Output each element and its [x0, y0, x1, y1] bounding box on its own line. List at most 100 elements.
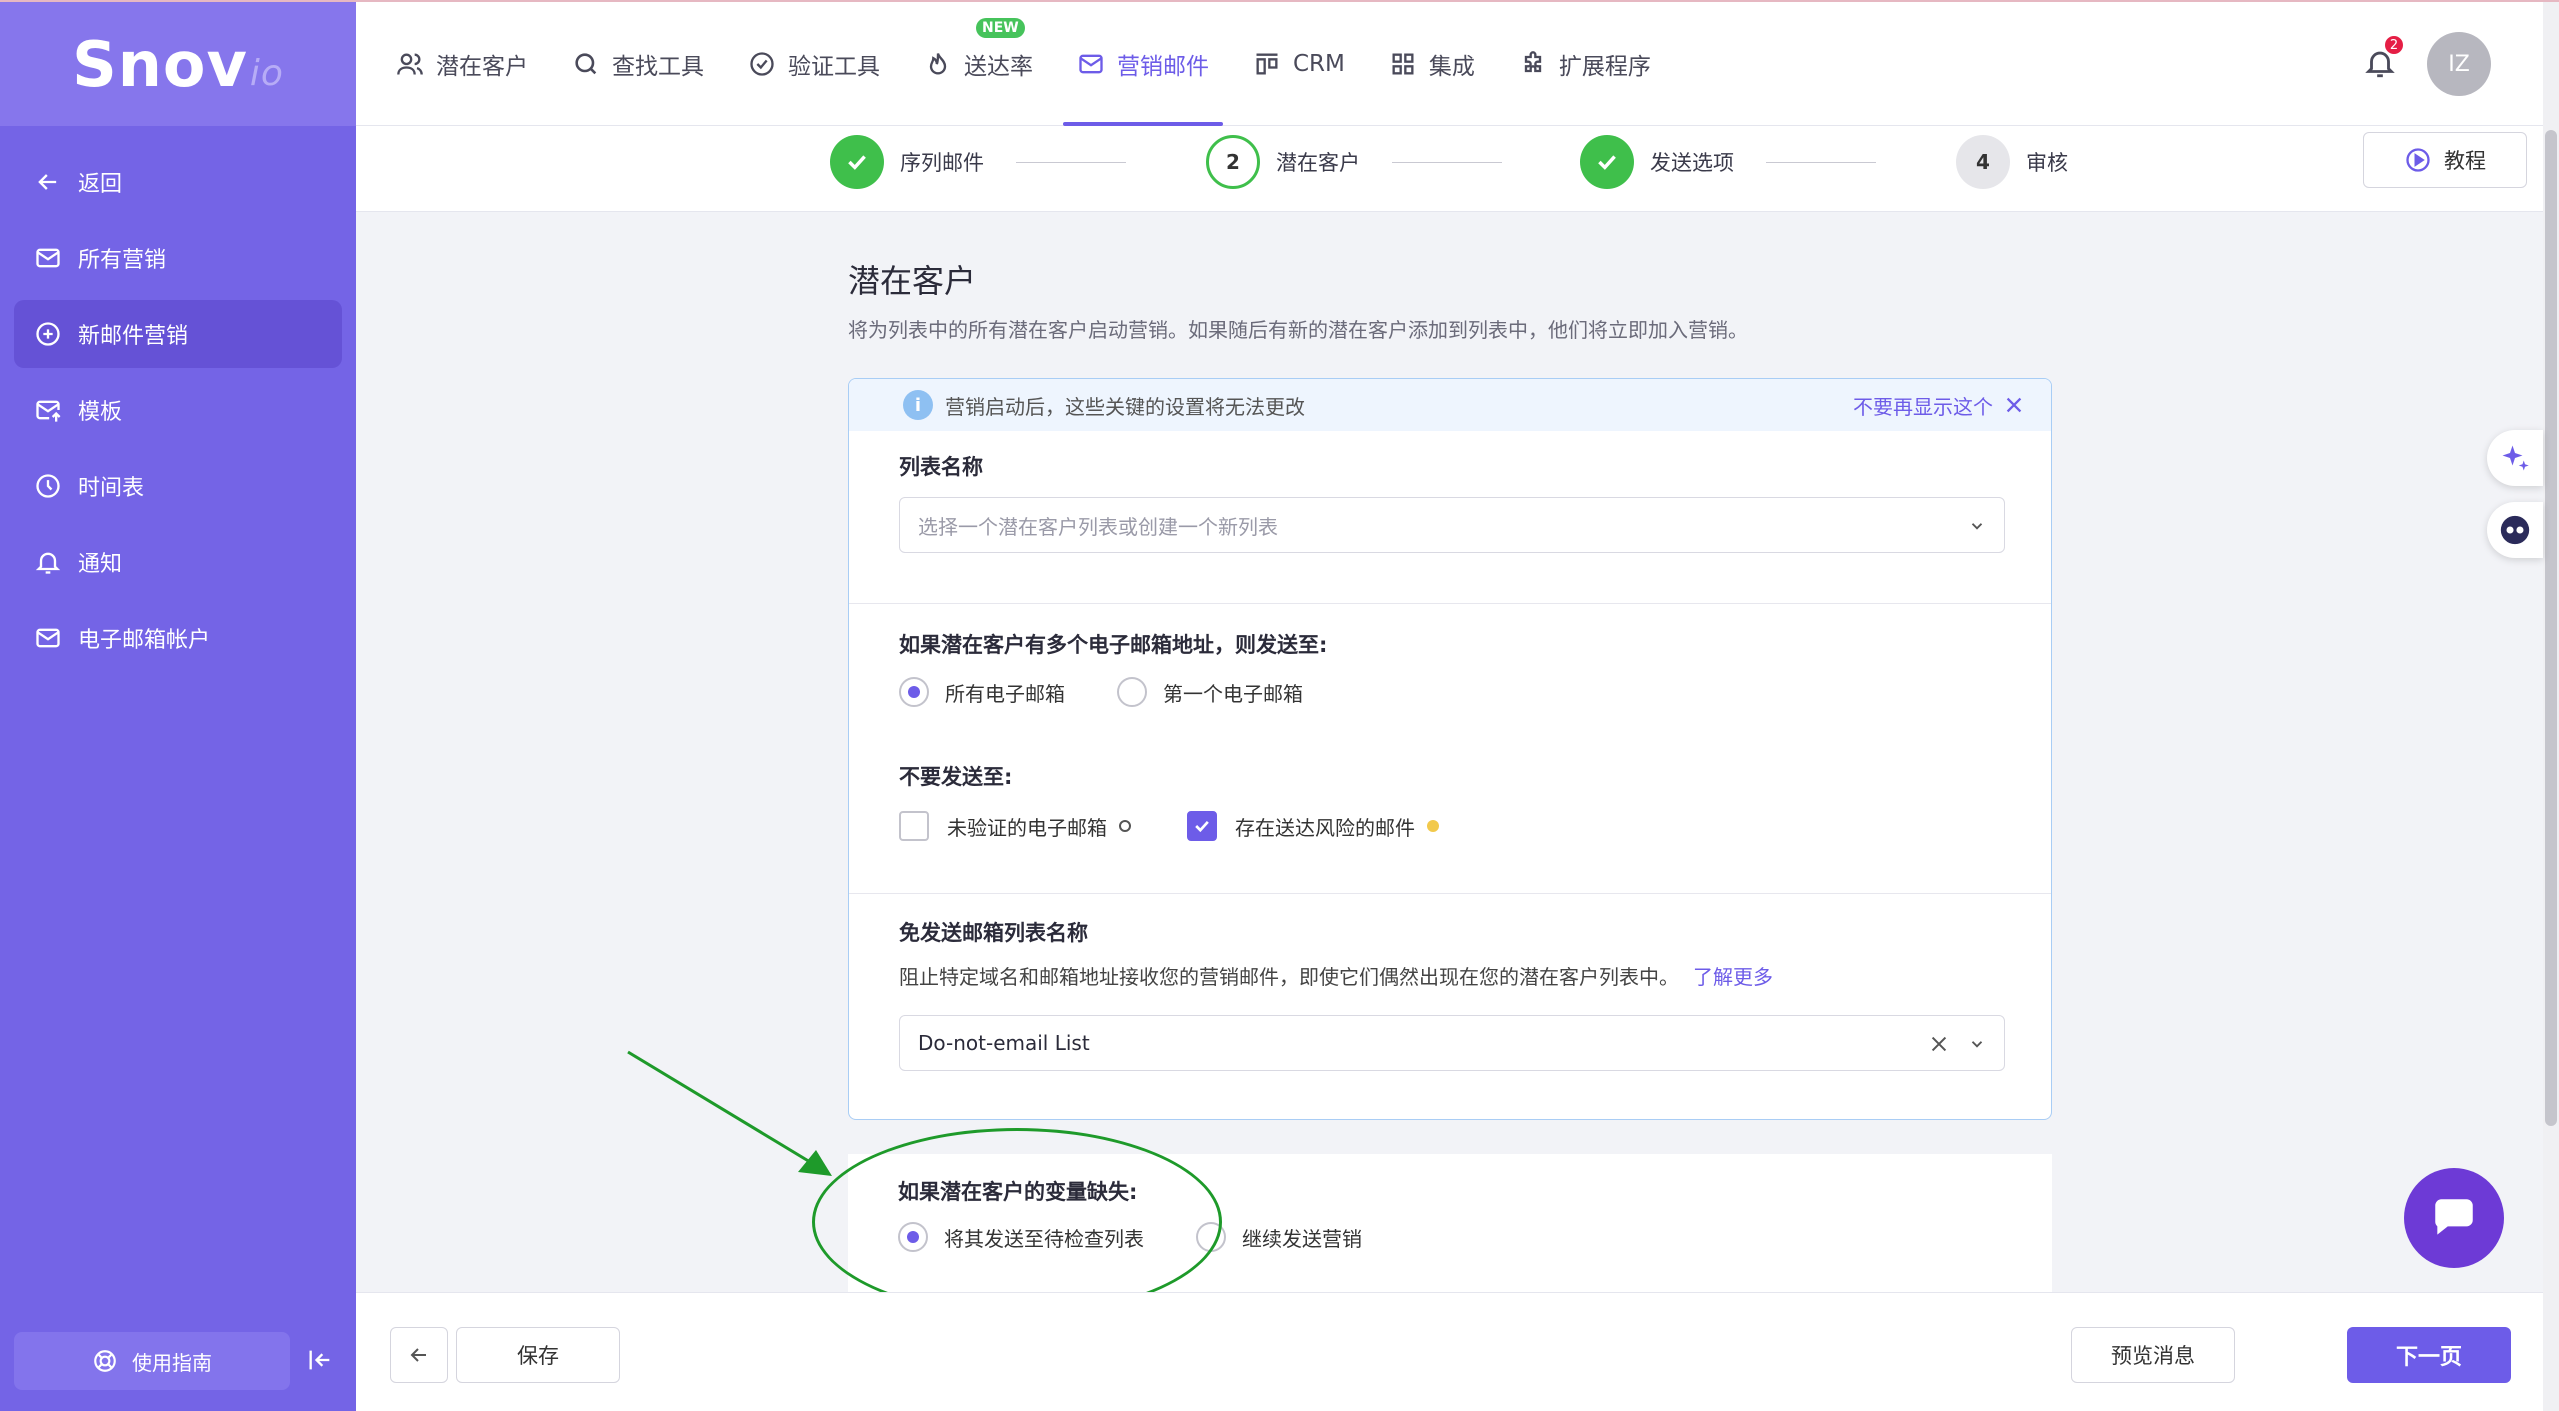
- clear-icon[interactable]: [1928, 1033, 1950, 1055]
- list-select[interactable]: 选择一个潜在客户列表或创建一个新列表: [899, 497, 2005, 553]
- sidebar-item-notifications[interactable]: 通知: [14, 528, 342, 596]
- flame-icon: [929, 53, 947, 75]
- chevron-down-icon: [1971, 523, 1983, 530]
- radio-first-email[interactable]: 第一个电子邮箱: [1117, 677, 1303, 707]
- lifebuoy-icon: [94, 1350, 116, 1372]
- dne-list-select[interactable]: Do-not-email List: [899, 1015, 2005, 1071]
- divider: [849, 893, 2051, 894]
- checkbox[interactable]: [1187, 811, 1217, 841]
- nav-extensions[interactable]: 扩展程序: [1519, 2, 1651, 126]
- nav-campaigns[interactable]: 营销邮件: [1063, 2, 1223, 126]
- new-badge: NEW: [976, 18, 1025, 38]
- collapse-sidebar-icon[interactable]: [302, 1342, 338, 1378]
- page-subtitle: 将为列表中的所有潜在客户启动营销。如果随后有新的潜在客户添加到列表中，他们将立即…: [848, 318, 1748, 342]
- campaign-stepper: 序列邮件 2 潜在客户 发送选项 4 审核 教程: [356, 126, 2543, 212]
- sidebar-item-label: 电子邮箱帐户: [78, 628, 211, 653]
- users-icon: [397, 53, 423, 75]
- step-connector: [1766, 162, 1876, 163]
- next-button[interactable]: 下一页: [2347, 1327, 2511, 1383]
- top-nav: 潜在客户 查找工具 验证工具 NEW 送达率 营销邮件 CRM 集成 扩展程序: [396, 2, 1695, 126]
- sparkle-icon: [2502, 445, 2529, 471]
- close-icon[interactable]: [2003, 394, 2025, 416]
- dne-section: 免发送邮箱列表名称 阻止特定域名和邮箱地址接收您的营销邮件，即使它们偶然出现在您…: [849, 917, 2051, 990]
- radio-button[interactable]: [1117, 677, 1147, 707]
- arrow-left-icon: [34, 168, 62, 196]
- learn-more-link[interactable]: 了解更多: [1693, 965, 1773, 989]
- checkbox-unverified[interactable]: 未验证的电子邮箱: [899, 811, 1131, 841]
- do-not-send-label: 不要发送至:: [899, 765, 1013, 789]
- annotation-arrow: [627, 1050, 832, 1176]
- mail-icon: [34, 244, 62, 272]
- bell-icon: [34, 548, 62, 576]
- step-sending-options[interactable]: 发送选项: [1580, 134, 1734, 190]
- plus-circle-icon: [34, 320, 62, 348]
- back-button[interactable]: [390, 1327, 448, 1383]
- check-icon: [1580, 135, 1634, 189]
- step-number: 2: [1206, 135, 1260, 189]
- step-connector: [1016, 162, 1126, 163]
- step-review[interactable]: 4 审核: [1956, 134, 2068, 190]
- avatar[interactable]: IZ: [2427, 32, 2491, 96]
- nav-crm[interactable]: CRM: [1253, 2, 1345, 126]
- nav-deliverability[interactable]: NEW 送达率: [924, 2, 1033, 126]
- nav-verifier[interactable]: 验证工具: [748, 2, 880, 126]
- clock-icon: [34, 472, 62, 500]
- sidebar-nav: 返回 所有营销 新邮件营销 模板 时间表 通知 电子邮箱帐户: [0, 126, 356, 672]
- sidebar-item-new-campaign[interactable]: 新邮件营销: [14, 300, 342, 368]
- multi-email-label: 如果潜在客户有多个电子邮箱地址，则发送至:: [899, 633, 1328, 657]
- guide-button[interactable]: 使用指南: [14, 1332, 290, 1390]
- check-icon: [830, 135, 884, 189]
- bot-icon: [2500, 515, 2530, 545]
- step-sequence[interactable]: 序列邮件: [830, 134, 984, 190]
- checkbox[interactable]: [899, 811, 929, 841]
- sidebar-item-label: 通知: [78, 552, 123, 577]
- preview-button[interactable]: 预览消息: [2071, 1327, 2235, 1383]
- nav-integrations[interactable]: 集成: [1389, 2, 1475, 126]
- chevron-down-icon: [1971, 1041, 1983, 1048]
- nav-prospects[interactable]: 潜在客户: [396, 2, 528, 126]
- risky-status-dot: [1427, 820, 1439, 832]
- divider: [849, 603, 2051, 604]
- footer-bar: 保存 预览消息 下一页: [356, 1292, 2543, 1411]
- save-button[interactable]: 保存: [456, 1327, 620, 1383]
- nav-finder[interactable]: 查找工具: [572, 2, 704, 126]
- sidebar-item-email-accounts[interactable]: 电子邮箱帐户: [14, 604, 342, 672]
- info-icon: i: [903, 390, 933, 420]
- scrollbar[interactable]: [2543, 2, 2559, 1411]
- page-title: 潜在客户: [848, 262, 977, 300]
- sidebar-item-schedule[interactable]: 时间表: [14, 452, 342, 520]
- crm-icon: [1256, 53, 1278, 75]
- list-name-section: 列表名称: [849, 451, 2051, 481]
- prospects-settings-card: i 营销启动后，这些关键的设置将无法更改 不要再显示这个 列表名称 选择一个潜在…: [848, 378, 2052, 1120]
- sidebar-item-back[interactable]: 返回: [14, 148, 342, 216]
- tutorial-button[interactable]: 教程: [2363, 132, 2527, 188]
- step-connector: [1392, 162, 1502, 163]
- grid-icon: [1392, 53, 1414, 75]
- dne-description: 阻止特定域名和邮箱地址接收您的营销邮件，即使它们偶然出现在您的潜在客户列表中。了…: [899, 965, 1773, 989]
- list-name-label: 列表名称: [899, 455, 983, 479]
- arrow-left-icon: [410, 1348, 426, 1362]
- sidebar-item-label: 时间表: [78, 476, 145, 501]
- radio-button[interactable]: [899, 677, 929, 707]
- sidebar-item-templates[interactable]: 模板: [14, 376, 342, 444]
- step-prospects[interactable]: 2 潜在客户: [1206, 134, 1360, 190]
- chat-button[interactable]: [2404, 1168, 2504, 1268]
- sidebar-item-all-campaigns[interactable]: 所有营销: [14, 224, 342, 292]
- info-banner: i 营销启动后，这些关键的设置将无法更改 不要再显示这个: [849, 379, 2051, 431]
- scrollbar-thumb[interactable]: [2545, 130, 2557, 1126]
- puzzle-icon: [1524, 51, 1542, 73]
- bot-button[interactable]: [2487, 502, 2543, 558]
- dont-show-again-link[interactable]: 不要再显示这个: [1853, 391, 1993, 420]
- annotation-ellipse: [812, 1128, 1222, 1316]
- unverified-status-dot: [1119, 820, 1131, 832]
- step-number: 4: [1956, 135, 2010, 189]
- sidebar-item-label: 新邮件营销: [78, 324, 189, 349]
- mail-icon: [34, 624, 62, 652]
- checkbox-risky[interactable]: 存在送达风险的邮件: [1187, 811, 1439, 841]
- search-icon: [575, 53, 597, 75]
- do-not-send-options: 未验证的电子邮箱 存在送达风险的邮件: [899, 811, 2051, 841]
- notification-count-badge: 2: [2383, 34, 2405, 56]
- logo[interactable]: Snov io: [0, 2, 356, 126]
- ai-assistant-button[interactable]: [2487, 430, 2543, 486]
- radio-all-emails[interactable]: 所有电子邮箱: [899, 677, 1065, 707]
